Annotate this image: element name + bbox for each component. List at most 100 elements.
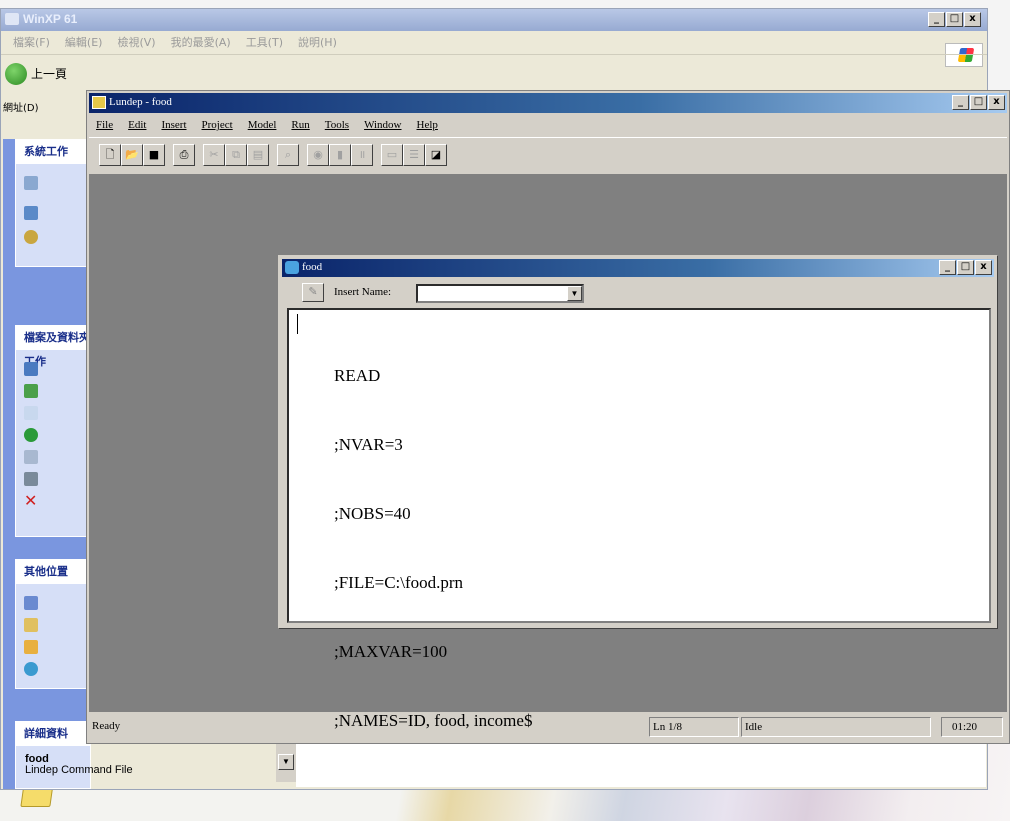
status-time: 01:20 (941, 717, 1003, 737)
desktop-icon[interactable] (24, 596, 38, 610)
menu-view[interactable]: 檢視(V) (117, 36, 155, 49)
back-arrow-icon[interactable] (5, 63, 27, 85)
menu-tools[interactable]: Tools (325, 119, 349, 131)
scroll-down-icon[interactable]: ▼ (278, 754, 294, 770)
address-label: 網址(D) (3, 103, 39, 114)
close-button[interactable]: x (975, 260, 992, 275)
window-icon (5, 13, 19, 25)
menu-model[interactable]: Model (248, 119, 277, 131)
explorer-title: WinXP 61 (23, 12, 78, 26)
back-button-label[interactable]: 上一頁 (31, 65, 67, 82)
code-text[interactable]: READ ;NVAR=3 ;NOBS=40 ;FILE=C:\food.prn … (334, 318, 532, 778)
publish-icon[interactable] (24, 428, 38, 442)
lundep-title-bar[interactable]: Lundep - food _ □ x (89, 93, 1007, 113)
menu-run[interactable]: Run (291, 119, 309, 131)
other-places-title[interactable]: 其他位置 (16, 560, 90, 584)
maximize-button[interactable]: □ (946, 12, 963, 27)
explorer-scrollbar[interactable]: ▼ (276, 742, 296, 782)
lundep-app-icon[interactable] (92, 96, 106, 109)
menu-insert[interactable]: Insert (161, 119, 186, 131)
copy-icon[interactable] (24, 406, 38, 420)
save-icon[interactable]: ■ (143, 144, 165, 166)
cut-icon[interactable]: ✂ (203, 144, 225, 166)
insert-name-bar: ✎ Insert Name: ▼ (282, 279, 994, 305)
email-icon[interactable] (24, 450, 38, 464)
menu-project[interactable]: Project (202, 119, 233, 131)
delete-icon[interactable]: ✕ (24, 493, 38, 509)
selected-file-type: Lindep Command File (25, 764, 133, 776)
document-icon[interactable] (285, 261, 299, 274)
menu-file[interactable]: 檔案(F) (13, 36, 50, 49)
lundep-menu-bar: File Edit Insert Project Model Run Tools… (89, 115, 443, 135)
window-icon[interactable]: ▭ (381, 144, 403, 166)
open-icon[interactable]: 📂 (121, 144, 143, 166)
move-icon[interactable] (24, 384, 38, 398)
menu-file[interactable]: File (96, 119, 113, 131)
chart-icon[interactable]: ◪ (425, 144, 447, 166)
menu-favorites[interactable]: 我的最愛(A) (171, 36, 231, 49)
print-icon[interactable] (24, 472, 38, 486)
find-icon[interactable]: ⌕ (277, 144, 299, 166)
insert-name-button[interactable]: ✎ (302, 283, 324, 302)
maximize-button[interactable]: □ (957, 260, 974, 275)
close-button[interactable]: x (964, 12, 981, 27)
shared-folder-icon[interactable] (24, 640, 38, 654)
close-button[interactable]: x (988, 95, 1005, 110)
search-icon[interactable] (24, 230, 38, 244)
menu-edit[interactable]: Edit (128, 119, 146, 131)
network-icon[interactable] (24, 662, 38, 676)
rename-icon[interactable] (24, 362, 38, 376)
status-bar: Ready Ln 1/8 Idle 01:20 (89, 715, 1007, 741)
text-caret (297, 314, 298, 334)
details-info: food Lindep Command File (25, 754, 133, 776)
code-line[interactable]: ;NOBS=40 (334, 502, 532, 525)
code-line[interactable]: ;FILE=C:\food.prn (334, 571, 532, 594)
my-documents-icon[interactable] (24, 618, 38, 632)
code-line[interactable]: ;NAMES=ID, food, income$ (334, 709, 532, 732)
control-panel-icon[interactable] (24, 206, 38, 220)
code-line[interactable]: ;NVAR=3 (334, 433, 532, 456)
other-places-box: 其他位置 (15, 559, 91, 689)
menu-help[interactable]: 說明(H) (298, 36, 337, 49)
stop-icon[interactable]: ▮ (329, 144, 351, 166)
system-tasks-title[interactable]: 系統工作 (16, 140, 90, 164)
lundep-title: Lundep - food (109, 96, 172, 108)
status-state: Idle (741, 717, 931, 737)
minimize-button[interactable]: _ (928, 12, 945, 27)
run-icon[interactable]: ◉ (307, 144, 329, 166)
list-icon[interactable]: ☰ (403, 144, 425, 166)
details-title[interactable]: 詳細資料 (16, 722, 90, 746)
menu-edit[interactable]: 編輯(E) (65, 36, 103, 49)
new-icon[interactable]: 🗋 (99, 144, 121, 166)
code-line[interactable]: READ (334, 364, 532, 387)
folder-icon[interactable] (24, 176, 38, 190)
insert-name-select[interactable]: ▼ (416, 284, 584, 303)
print-icon[interactable]: ⎙ (173, 144, 195, 166)
lundep-toolbar: 🗋 📂 ■ ⎙ ✂ ⧉ ▤ ⌕ ◉ ▮ ॥ ▭ ☰ ◪ (89, 137, 1007, 175)
food-title: food (302, 261, 323, 273)
explorer-caption-buttons: _ □ x (928, 12, 981, 27)
insert-name-label: Insert Name: (334, 286, 392, 298)
explorer-task-pane: 系統工作 檔案及資料夾工作 ✕ 其他位置 詳細資料 (3, 139, 91, 789)
chevron-down-icon[interactable]: ▼ (567, 286, 582, 301)
menu-help[interactable]: Help (417, 119, 438, 131)
file-tasks-box: 檔案及資料夾工作 ✕ (15, 325, 91, 537)
paste-icon[interactable]: ▤ (247, 144, 269, 166)
explorer-menu-bar: 檔案(F) 編輯(E) 檢視(V) 我的最愛(A) 工具(T) 說明(H) (1, 32, 987, 54)
menu-window[interactable]: Window (364, 119, 401, 131)
maximize-button[interactable]: □ (970, 95, 987, 110)
food-title-bar[interactable]: food _ □ x (282, 259, 994, 277)
minimize-button[interactable]: _ (952, 95, 969, 110)
status-line-position: Ln 1/8 (649, 717, 739, 737)
code-line[interactable]: ;MAXVAR=100 (334, 640, 532, 663)
code-editor[interactable]: READ ;NVAR=3 ;NOBS=40 ;FILE=C:\food.prn … (287, 308, 991, 730)
food-editor-window: food _ □ x ✎ Insert Name: ▼ READ ;NVAR=3… (278, 255, 998, 730)
food-caption-buttons: _ □ x (939, 260, 992, 275)
pause-icon[interactable]: ॥ (351, 144, 373, 166)
menu-tools[interactable]: 工具(T) (246, 36, 283, 49)
minimize-button[interactable]: _ (939, 260, 956, 275)
system-tasks-box: 系統工作 (15, 139, 91, 267)
copy-icon[interactable]: ⧉ (225, 144, 247, 166)
explorer-title-bar[interactable]: WinXP 61 _ □ x (1, 9, 987, 31)
file-tasks-title[interactable]: 檔案及資料夾工作 (16, 326, 90, 368)
